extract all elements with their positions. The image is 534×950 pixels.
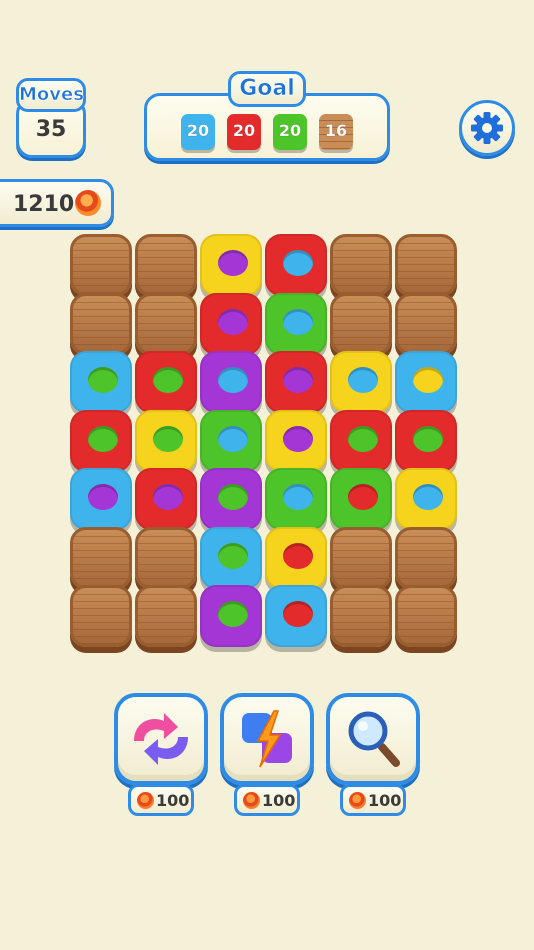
blue-tile[interactable] [70, 351, 132, 413]
yellow-tile[interactable] [200, 234, 262, 296]
moves-value: 35 [35, 117, 67, 142]
wood-tile[interactable] [135, 292, 197, 355]
purple-tile[interactable] [200, 351, 262, 413]
purple-dot [218, 308, 248, 335]
green-dot [218, 601, 248, 627]
red-tile[interactable] [70, 409, 132, 472]
purple-dot [283, 367, 313, 393]
gear-icon [471, 112, 503, 144]
red-tile[interactable] [135, 468, 197, 530]
wood-tile[interactable] [395, 585, 457, 647]
wood-tile[interactable] [330, 585, 392, 647]
purple-tile[interactable] [200, 468, 262, 530]
settings-button[interactable] [459, 100, 515, 156]
game-board [68, 232, 464, 660]
purple-dot [283, 425, 313, 452]
blue-dot [348, 367, 378, 393]
red-tile[interactable] [265, 351, 327, 413]
blue-dot [283, 250, 313, 276]
coin-icon [349, 792, 366, 809]
blue-dot [283, 484, 313, 510]
blue-tile[interactable] [265, 585, 327, 647]
shuffle-cost: 100 [128, 784, 194, 816]
goal-chip-wood: 16 [319, 114, 353, 150]
green-dot [153, 367, 183, 393]
purple-dot [218, 250, 248, 276]
magnifier-cost-value: 100 [368, 791, 402, 810]
coin-icon [75, 190, 101, 216]
yellow-tile[interactable] [395, 468, 457, 530]
blue-tile[interactable] [70, 468, 132, 530]
red-dot [283, 601, 313, 627]
green-tile[interactable] [265, 292, 327, 355]
green-dot [348, 425, 378, 452]
green-tile[interactable] [200, 409, 262, 472]
red-dot [283, 542, 313, 569]
green-dot [153, 425, 183, 452]
red-dot [348, 484, 378, 510]
wood-tile[interactable] [135, 585, 197, 647]
goal-label: Goal [228, 71, 306, 107]
wood-tile[interactable] [395, 234, 457, 296]
magnifier-cost: 100 [340, 784, 406, 816]
goal-chip-green: 20 [273, 114, 307, 150]
lightning-cost-value: 100 [262, 791, 296, 810]
wood-tile[interactable] [70, 292, 132, 355]
yellow-tile[interactable] [330, 351, 392, 413]
yellow-dot [413, 367, 443, 393]
magnifier-booster-button[interactable] [326, 693, 420, 785]
coin-icon [137, 792, 154, 809]
wood-tile[interactable] [135, 526, 197, 589]
goal-chip-red: 20 [227, 114, 261, 150]
shuffle-icon [134, 713, 188, 765]
red-tile[interactable] [330, 409, 392, 472]
green-tile[interactable] [330, 468, 392, 530]
red-tile[interactable] [395, 409, 457, 472]
red-tile[interactable] [200, 292, 262, 355]
wood-tile[interactable] [330, 234, 392, 296]
red-tile[interactable] [135, 351, 197, 413]
blue-dot [413, 484, 443, 510]
magnifier-icon [348, 711, 400, 767]
purple-dot [88, 484, 118, 510]
moves-label: Moves [16, 78, 86, 112]
blue-tile[interactable] [395, 351, 457, 413]
wood-tile[interactable] [70, 234, 132, 296]
wood-tile[interactable] [70, 526, 132, 589]
wood-tile[interactable] [330, 526, 392, 589]
red-tile[interactable] [265, 234, 327, 296]
wood-tile[interactable] [395, 292, 457, 355]
purple-tile[interactable] [200, 585, 262, 647]
blue-tile[interactable] [200, 526, 262, 589]
lightning-cost: 100 [234, 784, 300, 816]
green-dot [413, 425, 443, 452]
wood-tile[interactable] [70, 585, 132, 647]
wood-tile[interactable] [395, 526, 457, 589]
purple-dot [153, 484, 183, 510]
shuffle-booster-button[interactable] [114, 693, 208, 785]
coins-panel: 1210 [0, 179, 114, 227]
shuffle-cost-value: 100 [156, 791, 190, 810]
green-dot [218, 484, 248, 510]
yellow-tile[interactable] [135, 409, 197, 472]
yellow-tile[interactable] [265, 409, 327, 472]
lightning-booster-button[interactable] [220, 693, 314, 785]
blue-dot [283, 308, 313, 335]
blue-dot [218, 425, 248, 452]
wood-tile[interactable] [330, 292, 392, 355]
goal-chip-blue: 20 [181, 114, 215, 150]
lightning-icon [242, 710, 292, 768]
wood-tile[interactable] [135, 234, 197, 296]
coins-value: 1210 [13, 192, 75, 217]
green-dot [88, 367, 118, 393]
green-tile[interactable] [265, 468, 327, 530]
blue-dot [218, 367, 248, 393]
green-dot [88, 425, 118, 452]
green-dot [218, 542, 248, 569]
coin-icon [243, 792, 260, 809]
yellow-tile[interactable] [265, 526, 327, 589]
